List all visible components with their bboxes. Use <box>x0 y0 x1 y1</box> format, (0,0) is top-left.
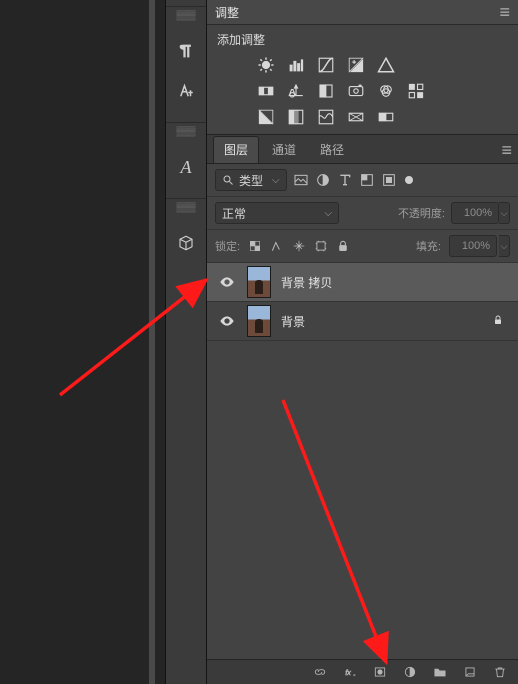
adjustments-menu-icon[interactable]: ≡ <box>499 3 510 21</box>
layers-footer: fx <box>207 659 518 684</box>
lock-image-icon[interactable] <box>270 239 284 253</box>
filter-type-dropdown[interactable]: 类型 ⌵ <box>215 169 287 191</box>
character-panel-icon[interactable] <box>177 82 195 100</box>
blend-mode-dropdown[interactable]: 正常 ⌵ <box>215 202 339 224</box>
lock-transparent-icon[interactable] <box>248 239 262 253</box>
lock-label: 锁定: <box>215 238 240 254</box>
selective-color-icon[interactable] <box>377 108 395 126</box>
invert-icon[interactable] <box>257 108 275 126</box>
threshold-icon[interactable] <box>317 108 335 126</box>
blend-mode-value: 正常 <box>222 205 246 222</box>
visibility-eye-icon[interactable] <box>217 272 237 292</box>
delete-layer-icon[interactable] <box>492 664 508 680</box>
tab-layers[interactable]: 图层 <box>213 136 259 163</box>
lock-artboard-icon[interactable] <box>314 239 328 253</box>
fill-caret[interactable]: ⌵ <box>499 235 510 257</box>
svg-text:fx: fx <box>345 670 351 677</box>
vibrance-icon[interactable] <box>377 56 395 74</box>
posterize-icon[interactable] <box>287 108 305 126</box>
filter-pixel-icon[interactable] <box>293 172 309 188</box>
tool-group-divider: ▒▒▒ <box>166 198 206 212</box>
fill-value[interactable]: 100% <box>449 235 497 257</box>
tool-group-divider: ▒▒▒ <box>166 122 206 136</box>
layer-name[interactable]: 背景 <box>281 313 305 330</box>
filter-smart-icon[interactable] <box>381 172 397 188</box>
tab-channels[interactable]: 通道 <box>261 136 307 163</box>
layer-thumbnail[interactable] <box>247 266 271 298</box>
exposure-icon[interactable] <box>347 56 365 74</box>
brightness-contrast-icon[interactable] <box>257 56 275 74</box>
levels-icon[interactable] <box>287 56 305 74</box>
adjustments-subtitle: 添加调整 <box>217 31 508 48</box>
filter-adjustment-icon[interactable] <box>315 172 331 188</box>
layer-locked-icon <box>492 314 504 329</box>
layers-menu-icon[interactable]: ≡ <box>501 141 512 163</box>
opacity-caret[interactable]: ⌵ <box>499 202 510 224</box>
layer-row[interactable]: 背景 <box>207 302 518 341</box>
color-lookup-icon[interactable] <box>407 82 425 100</box>
opacity-value[interactable]: 100% <box>451 202 499 224</box>
canvas-area <box>0 0 166 684</box>
layer-thumbnail[interactable] <box>247 305 271 337</box>
lock-position-icon[interactable] <box>292 239 306 253</box>
new-layer-icon[interactable] <box>462 664 478 680</box>
adjustment-layer-icon[interactable] <box>402 664 418 680</box>
filter-type-label: 类型 <box>239 172 263 189</box>
color-balance-icon[interactable] <box>287 82 305 100</box>
group-icon[interactable] <box>432 664 448 680</box>
visibility-eye-icon[interactable] <box>217 311 237 331</box>
adjustments-title: 调整 <box>215 4 239 21</box>
tool-group-divider: ▒▒▒ <box>166 6 206 20</box>
curves-icon[interactable] <box>317 56 335 74</box>
3d-panel-icon[interactable] <box>177 234 195 252</box>
lock-all-icon[interactable] <box>336 239 350 253</box>
adjustments-panel: 调整 ≡ 添加调整 <box>207 0 518 135</box>
tab-paths[interactable]: 路径 <box>309 136 355 163</box>
channel-mixer-icon[interactable] <box>377 82 395 100</box>
layer-mask-icon[interactable] <box>372 664 388 680</box>
filter-type-text-icon[interactable] <box>337 172 353 188</box>
photo-filter-icon[interactable] <box>347 82 365 100</box>
opacity-label: 不透明度: <box>398 205 445 221</box>
link-layers-icon[interactable] <box>312 664 328 680</box>
filter-shape-icon[interactable] <box>359 172 375 188</box>
layers-list: 背景 拷贝 背景 <box>207 263 518 659</box>
glyphs-panel-icon[interactable]: A <box>177 158 195 176</box>
layer-row[interactable]: 背景 拷贝 <box>207 263 518 302</box>
layer-name[interactable]: 背景 拷贝 <box>281 274 332 291</box>
layers-panel: 图层 通道 路径 ≡ 类型 ⌵ <box>207 135 518 684</box>
hue-saturation-icon[interactable] <box>257 82 275 100</box>
layer-style-icon[interactable]: fx <box>342 664 358 680</box>
gradient-map-icon[interactable] <box>347 108 365 126</box>
fill-label: 填充: <box>416 238 441 254</box>
black-white-icon[interactable] <box>317 82 335 100</box>
paragraph-panel-icon[interactable] <box>177 42 195 60</box>
filter-toggle[interactable] <box>405 176 413 184</box>
tool-column: ▒▒▒ ▒▒▒ A ▒▒▒ <box>166 0 207 684</box>
